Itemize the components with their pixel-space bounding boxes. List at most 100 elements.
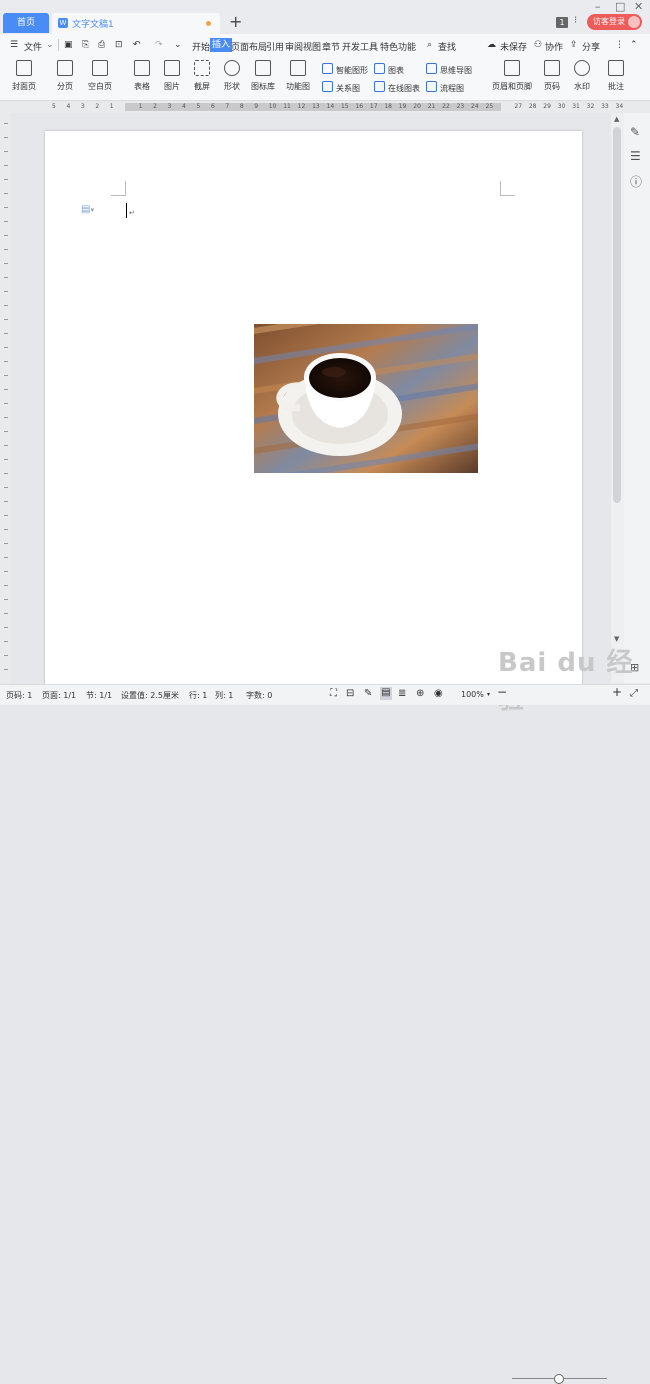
online-chart-button[interactable]: 在线图表 xyxy=(374,81,420,94)
icon-library-button[interactable]: 图标库 xyxy=(243,60,283,92)
menu-review[interactable]: 审阅 xyxy=(285,40,303,53)
settings-sliders-icon[interactable]: ☰ xyxy=(630,149,641,163)
guest-login-button[interactable]: 访客登录 xyxy=(587,14,642,30)
more-icon[interactable]: ⋮ xyxy=(615,40,624,50)
mind-map-button[interactable]: 思维导图 xyxy=(426,63,472,76)
paragraph-handle-icon[interactable]: ▤▾ xyxy=(81,204,94,215)
undo-icon[interactable]: ↶ xyxy=(133,40,141,50)
status-pages[interactable]: 页面: 1/1 xyxy=(42,690,76,701)
close-icon[interactable]: ✕ xyxy=(634,0,643,13)
menu-page-layout[interactable]: 页面布局 xyxy=(231,40,267,53)
collab-button[interactable]: 协作 xyxy=(545,40,563,53)
page-view-icon[interactable]: ▤ xyxy=(380,687,392,700)
coffee-photo-image xyxy=(254,324,478,473)
menu-insert[interactable]: 插入 xyxy=(210,38,233,52)
cover-page-button[interactable]: 封面页 xyxy=(4,60,44,92)
menu-developer[interactable]: 开发工具 xyxy=(342,40,378,53)
menu-view[interactable]: 视图 xyxy=(303,40,321,53)
scrollbar-thumb[interactable] xyxy=(613,127,621,503)
maximize-icon[interactable]: □ xyxy=(615,0,625,13)
web-view-icon[interactable]: ⊕ xyxy=(416,688,424,699)
status-section[interactable]: 节: 1/1 xyxy=(86,690,112,701)
chart-label: 图表 xyxy=(388,66,404,75)
zoom-out-button[interactable]: − xyxy=(497,685,507,699)
chevron-down-icon[interactable]: ⌄ xyxy=(46,40,54,50)
chart-icon xyxy=(374,63,385,74)
eye-protection-icon[interactable]: ◉ xyxy=(434,688,443,699)
zoom-level[interactable]: 100% xyxy=(461,690,484,699)
page-break-button[interactable]: 分页 xyxy=(45,60,85,92)
menu-start[interactable]: 开始 xyxy=(192,40,210,53)
menu-file[interactable]: 文件 xyxy=(24,40,42,53)
vertical-ruler-tick xyxy=(4,515,8,516)
fullscreen-icon[interactable]: ⛶ xyxy=(330,688,337,699)
mind-map-icon xyxy=(426,63,437,74)
vertical-ruler-tick xyxy=(4,263,8,264)
redo-icon[interactable]: ↷ xyxy=(155,40,163,50)
vertical-ruler-tick xyxy=(4,137,8,138)
coffee-photo[interactable] xyxy=(254,324,478,473)
online-chart-label: 在线图表 xyxy=(388,84,420,93)
status-row[interactable]: 行: 1 xyxy=(189,690,207,701)
print-preview-icon[interactable]: ⊡ xyxy=(115,40,123,50)
share-icon[interactable]: ⇪ xyxy=(570,40,578,50)
share-button[interactable]: 分享 xyxy=(582,40,600,53)
pen-icon[interactable]: ✎ xyxy=(630,125,640,139)
zoom-in-button[interactable]: + xyxy=(612,685,622,699)
chart-button[interactable]: 图表 xyxy=(374,63,404,76)
horizontal-ruler[interactable]: 5 4 3 2 1 1 2 3 4 5 6 7 8 9 10 11 12 13 14 15 16 17 18 19 20 21 22… xyxy=(0,101,650,113)
header-footer-button[interactable]: 页眉和页脚 xyxy=(488,60,536,92)
cover-page-icon xyxy=(16,60,32,76)
write-mode-icon[interactable]: ✎ xyxy=(364,688,372,699)
status-col[interactable]: 列: 1 xyxy=(215,690,233,701)
status-page[interactable]: 页码: 1 xyxy=(6,690,32,701)
new-tab-button[interactable]: + xyxy=(229,13,242,31)
tab-document[interactable]: W 文字文稿1 xyxy=(52,13,220,34)
vertical-ruler-tick xyxy=(4,361,8,362)
vertical-ruler-tick xyxy=(4,417,8,418)
divider xyxy=(58,39,59,51)
menu-section[interactable]: 章节 xyxy=(322,40,340,53)
vertical-scrollbar[interactable]: ▲ ▼ xyxy=(611,113,624,683)
search-button[interactable]: 查找 xyxy=(438,40,456,53)
search-icon[interactable]: ⌕ xyxy=(427,40,432,50)
blank-page-button[interactable]: 空白页 xyxy=(80,60,120,92)
print-icon[interactable]: ⎙ xyxy=(98,40,105,50)
vertical-ruler-tick xyxy=(4,221,8,222)
flowchart-icon xyxy=(426,81,437,92)
zoom-dropdown-icon[interactable]: ▾ xyxy=(487,691,490,698)
menu-reference[interactable]: 引用 xyxy=(266,40,284,53)
status-words[interactable]: 字数: 0 xyxy=(246,690,272,701)
minimize-icon[interactable]: – xyxy=(595,0,601,13)
export-icon[interactable]: ⎘ xyxy=(82,40,89,50)
cloud-icon[interactable]: ☁ xyxy=(487,40,496,50)
scroll-up-icon[interactable]: ▲ xyxy=(614,115,619,123)
skin-icon[interactable]: ⁝ xyxy=(574,15,577,26)
fit-page-icon[interactable]: ⤢ xyxy=(630,688,638,699)
menu-features[interactable]: 特色功能 xyxy=(380,40,416,53)
save-icon[interactable]: ▣ xyxy=(64,40,73,50)
collab-icon[interactable]: ⚇ xyxy=(534,40,542,50)
zoom-slider-thumb[interactable] xyxy=(554,1374,564,1384)
smart-graphic-button[interactable]: 智能图形 xyxy=(322,63,368,76)
window-count-badge[interactable]: 1 xyxy=(556,17,568,28)
flowchart-button[interactable]: 流程图 xyxy=(426,81,464,94)
read-mode-icon[interactable]: ⊟ xyxy=(346,688,354,699)
customize-icon[interactable]: ⌄ xyxy=(174,40,182,50)
vertical-ruler-tick xyxy=(4,389,8,390)
relation-chart-button[interactable]: 关系图 xyxy=(322,81,360,94)
function-chart-button[interactable]: 功能图 xyxy=(278,60,318,92)
vertical-ruler[interactable] xyxy=(0,113,11,683)
comment-button[interactable]: 批注 xyxy=(596,60,636,92)
status-setting[interactable]: 设置值: 2.5厘米 xyxy=(121,690,179,701)
collapse-ribbon-icon[interactable]: ⌃ xyxy=(630,40,638,50)
picture-icon xyxy=(164,60,180,76)
tab-home[interactable]: 首页 xyxy=(3,13,49,33)
help-icon[interactable]: ⓘ xyxy=(630,173,642,190)
outline-view-icon[interactable]: ≣ xyxy=(398,688,406,699)
ruler-tick-label: 13 xyxy=(312,103,320,110)
vertical-ruler-tick xyxy=(4,277,8,278)
ruler-tick-label: 22 xyxy=(442,103,450,110)
unsaved-label[interactable]: 未保存 xyxy=(500,40,527,53)
hamburger-icon[interactable]: ☰ xyxy=(10,40,18,50)
